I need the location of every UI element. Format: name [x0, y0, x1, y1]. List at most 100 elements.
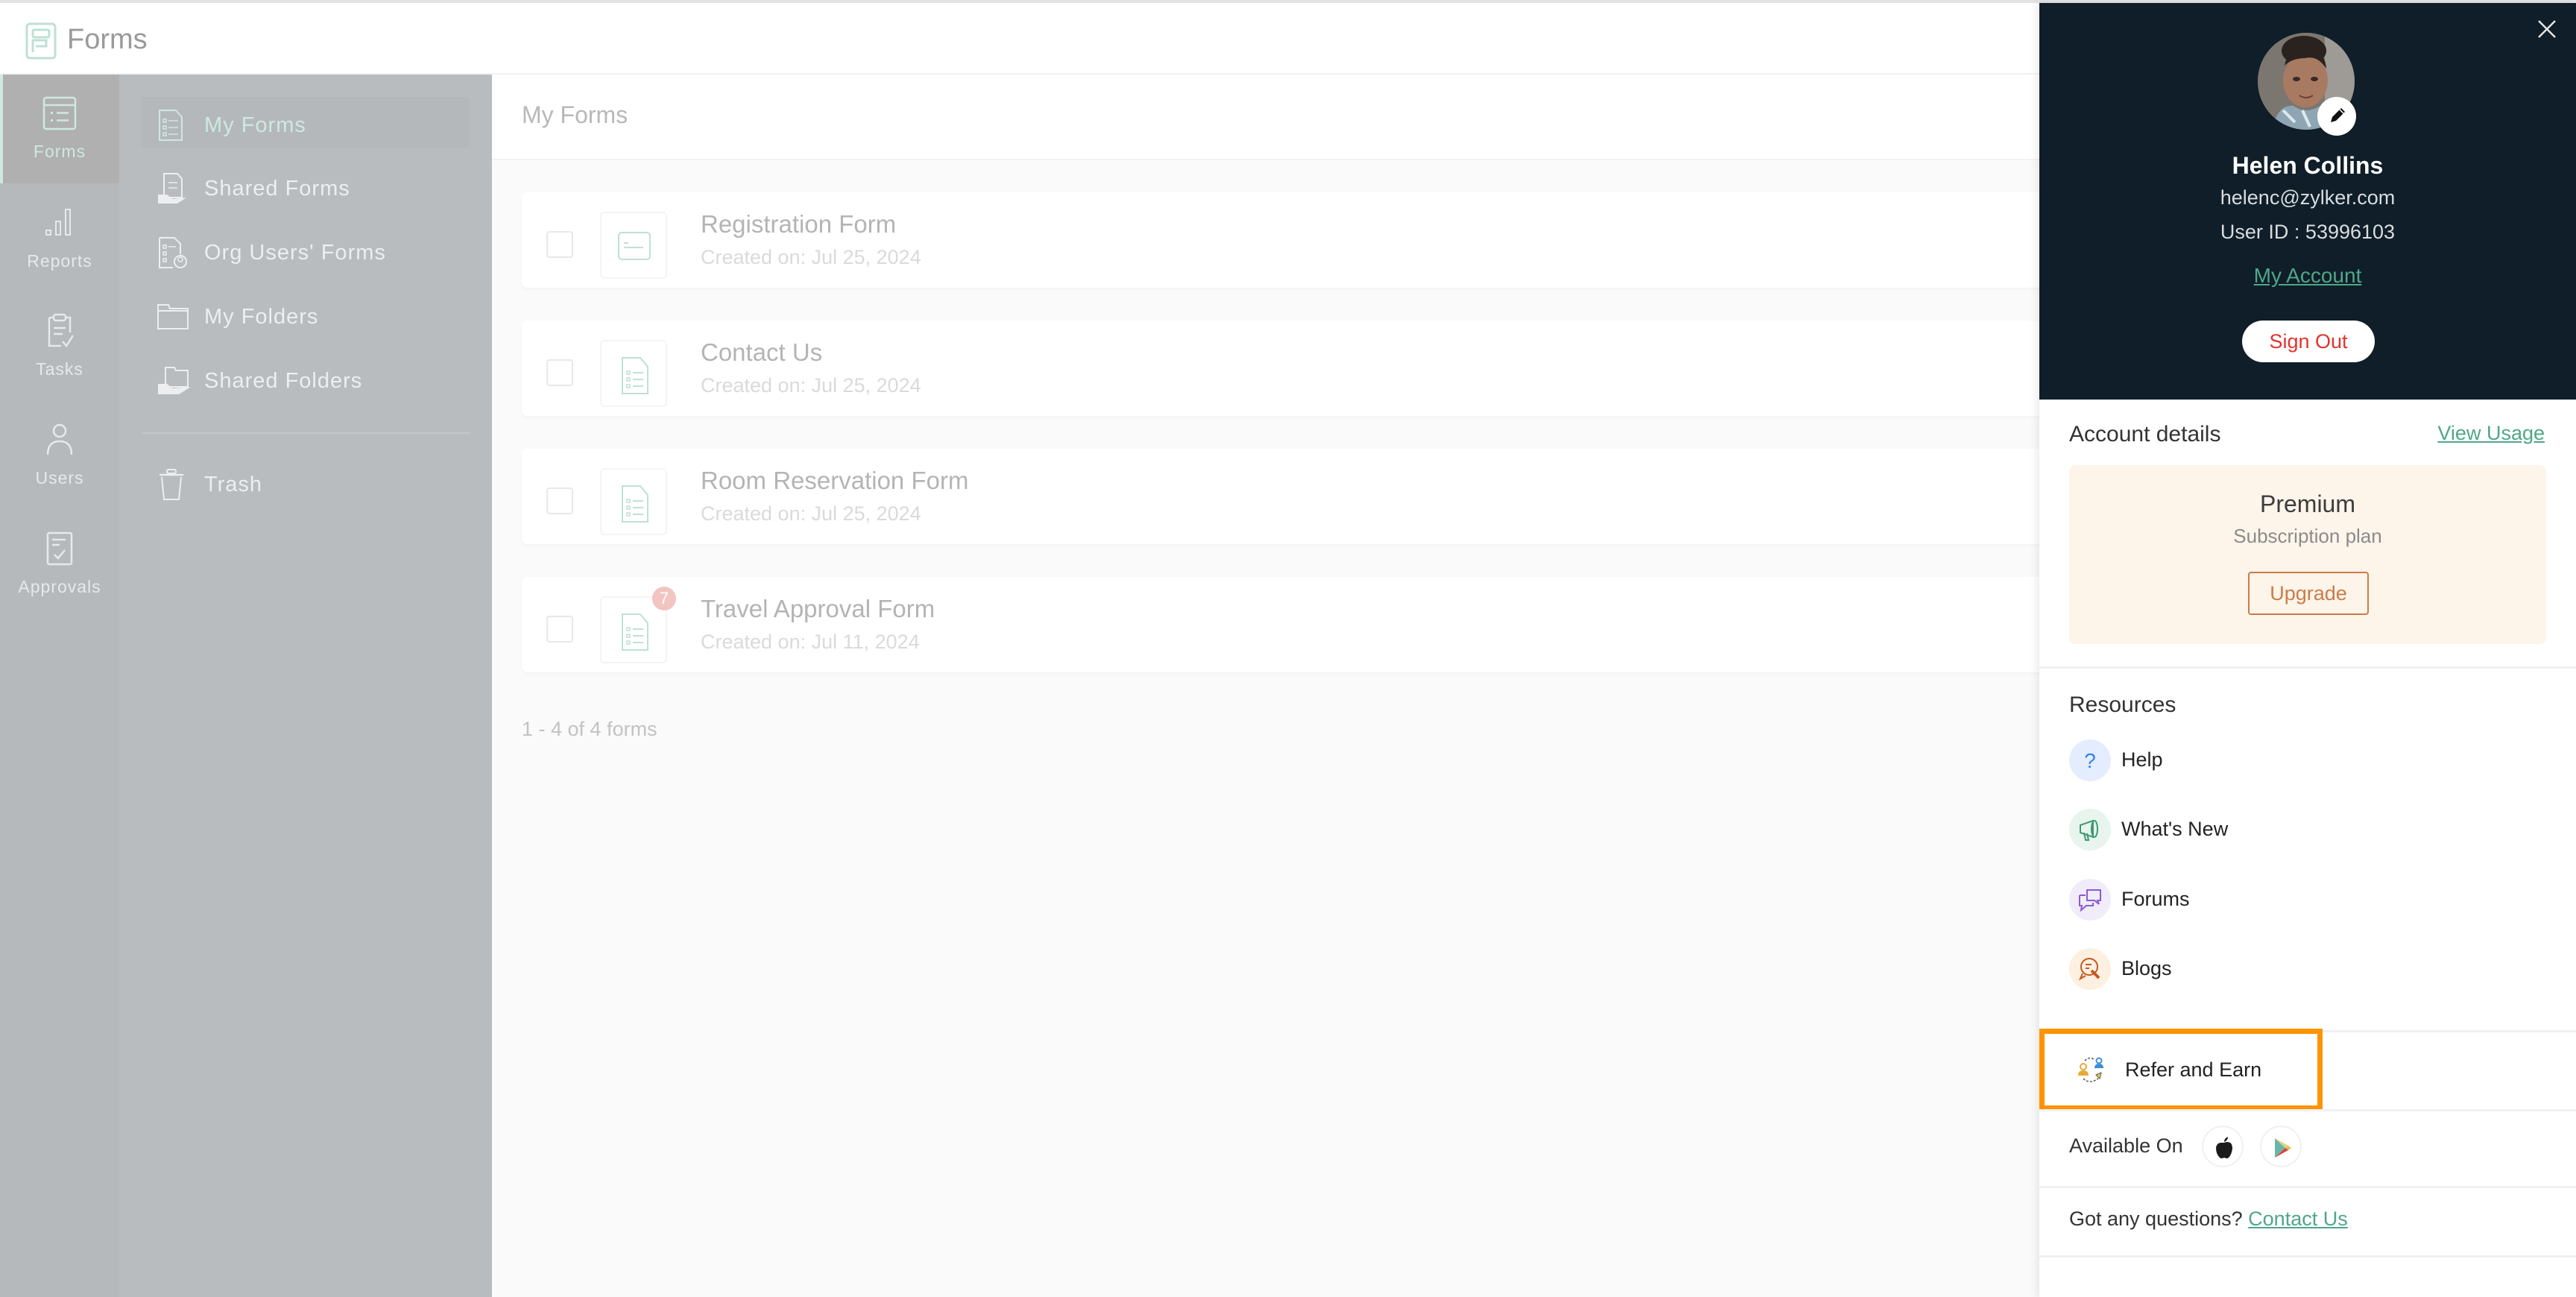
- form-created-date: Created on: Jul 25, 2024: [701, 246, 921, 268]
- view-usage-link[interactable]: View Usage: [2437, 422, 2545, 445]
- resource-label: Blogs: [2121, 957, 2172, 979]
- my-forms-icon: [159, 110, 183, 141]
- rail-label: Users: [35, 468, 84, 487]
- resource-label: Forums: [2121, 888, 2190, 910]
- refer-and-earn-item[interactable]: Refer and Earn: [2039, 1029, 2323, 1111]
- subnav-item-my-forms[interactable]: My Forms: [157, 103, 470, 148]
- help-icon: ?: [2069, 739, 2111, 781]
- divider: [2039, 1186, 2576, 1188]
- my-account-link[interactable]: My Account: [2039, 264, 2576, 288]
- user-name: Helen Collins: [2232, 152, 2384, 179]
- form-created-date: Created on: Jul 25, 2024: [701, 502, 921, 525]
- folder-icon: [157, 304, 189, 329]
- notification-badge: 7: [652, 587, 676, 610]
- subnav-label: Org Users' Forms: [204, 240, 386, 265]
- tasks-icon: [48, 313, 75, 348]
- row-checkbox[interactable]: [546, 487, 573, 514]
- users-icon: [46, 423, 73, 455]
- row-checkbox[interactable]: [546, 359, 573, 386]
- subnav-item-trash[interactable]: Trash: [157, 462, 470, 507]
- pagination-count: 1 - 4 of 4 forms: [522, 718, 657, 740]
- apple-store-button[interactable]: [2202, 1126, 2244, 1167]
- user-email: helenc@zylker.com: [2220, 186, 2396, 209]
- refer-earn-icon: [2078, 1057, 2103, 1082]
- pencil-icon: [2331, 108, 2345, 122]
- resources-title: Resources: [2069, 692, 2176, 717]
- shared-folder-icon: [158, 367, 191, 394]
- sign-out-button[interactable]: Sign Out: [2242, 321, 2375, 362]
- rail-item-approvals[interactable]: Approvals: [0, 531, 119, 635]
- forms-logo-icon: [25, 22, 57, 60]
- forms-list: Registration Form Created on: Jul 25, 20…: [492, 160, 2057, 1297]
- form-thumbnail: [600, 212, 667, 279]
- subnav-label: Shared Folders: [204, 368, 363, 393]
- form-row[interactable]: Contact Us Created on: Jul 25, 2024: [522, 321, 2057, 416]
- form-name[interactable]: Travel Approval Form: [701, 595, 935, 623]
- rail-item-tasks[interactable]: Tasks: [0, 313, 119, 417]
- rail-item-forms[interactable]: Forms: [0, 95, 119, 200]
- resource-help[interactable]: ? Help: [2069, 739, 2516, 781]
- org-users-forms-icon: [159, 237, 187, 268]
- subnav-label: Trash: [204, 472, 263, 496]
- user-id: User ID : 53996103: [2220, 221, 2396, 243]
- form-card-icon: [618, 232, 651, 260]
- row-checkbox[interactable]: [546, 616, 573, 643]
- resource-blogs[interactable]: Blogs: [2069, 948, 2516, 990]
- page-title: My Forms: [522, 101, 628, 128]
- close-icon[interactable]: [2534, 16, 2560, 42]
- contact-us-link[interactable]: Contact Us: [2248, 1208, 2348, 1230]
- forums-icon: [2069, 879, 2111, 921]
- form-created-date: Created on: Jul 25, 2024: [701, 374, 921, 397]
- form-thumbnail: [600, 468, 667, 535]
- edit-avatar-button[interactable]: [2317, 97, 2356, 136]
- upgrade-button[interactable]: Upgrade: [2248, 572, 2369, 615]
- form-created-date: Created on: Jul 11, 2024: [701, 631, 920, 653]
- plan-subtitle: Subscription plan: [2233, 525, 2382, 547]
- rail-label: Approvals: [18, 577, 101, 596]
- rail-label: Reports: [27, 251, 92, 271]
- rail-label: Tasks: [36, 359, 83, 379]
- google-play-icon: [2275, 1138, 2291, 1158]
- plan-name: Premium: [2259, 490, 2355, 517]
- resource-forums[interactable]: Forums: [2069, 879, 2516, 921]
- forms-subnav: My Forms Shared Forms Org Users' Forms M…: [119, 75, 492, 1297]
- profile-header: Helen Collins helenc@zylker.com User ID …: [2039, 3, 2576, 400]
- form-row[interactable]: Registration Form Created on: Jul 25, 20…: [522, 192, 2057, 288]
- subnav-item-my-folders[interactable]: My Folders: [157, 294, 470, 339]
- refer-and-earn-label: Refer and Earn: [2125, 1058, 2262, 1081]
- form-list-icon: [622, 613, 648, 651]
- rail-item-reports[interactable]: Reports: [0, 205, 119, 309]
- approvals-icon: [46, 531, 73, 566]
- main-header: My Forms: [492, 75, 2039, 160]
- svg-text:?: ?: [2084, 749, 2096, 772]
- profile-panel: Helen Collins helenc@zylker.com User ID …: [2039, 3, 2576, 1297]
- form-name[interactable]: Room Reservation Form: [701, 467, 968, 495]
- form-list-icon: [622, 357, 648, 394]
- app-title: Forms: [67, 24, 148, 55]
- shared-forms-icon: [158, 173, 186, 203]
- form-name[interactable]: Registration Form: [701, 210, 896, 239]
- row-checkbox[interactable]: [546, 231, 573, 258]
- resource-label: Help: [2121, 748, 2163, 771]
- resource-label: What's New: [2121, 818, 2229, 840]
- form-name[interactable]: Contact Us: [701, 338, 822, 367]
- forms-icon: [42, 96, 77, 130]
- reports-icon: [45, 209, 71, 236]
- subnav-item-shared-folders[interactable]: Shared Folders: [157, 359, 470, 403]
- google-play-button[interactable]: [2260, 1126, 2302, 1167]
- resource-whats-new[interactable]: What's New: [2069, 809, 2516, 851]
- app-root: Forms My Forms Registration Form Created…: [0, 0, 2576, 1297]
- rail-item-users[interactable]: Users: [0, 422, 119, 526]
- trash-icon: [160, 469, 183, 500]
- form-list-icon: [622, 485, 648, 523]
- form-row[interactable]: 7 Travel Approval Form Created on: Jul 1…: [522, 577, 2057, 672]
- blogs-icon: [2069, 948, 2111, 990]
- contact-row: Got any questions? Contact Us: [2069, 1208, 2348, 1231]
- rail-label: Forms: [33, 142, 86, 161]
- subnav-divider: [142, 432, 470, 434]
- form-row[interactable]: Room Reservation Form Created on: Jul 25…: [522, 449, 2057, 544]
- subnav-item-shared-forms[interactable]: Shared Forms: [157, 166, 470, 211]
- subnav-item-org-users-forms[interactable]: Org Users' Forms: [157, 230, 470, 275]
- subnav-label: Shared Forms: [204, 176, 350, 201]
- divider: [2039, 1109, 2576, 1111]
